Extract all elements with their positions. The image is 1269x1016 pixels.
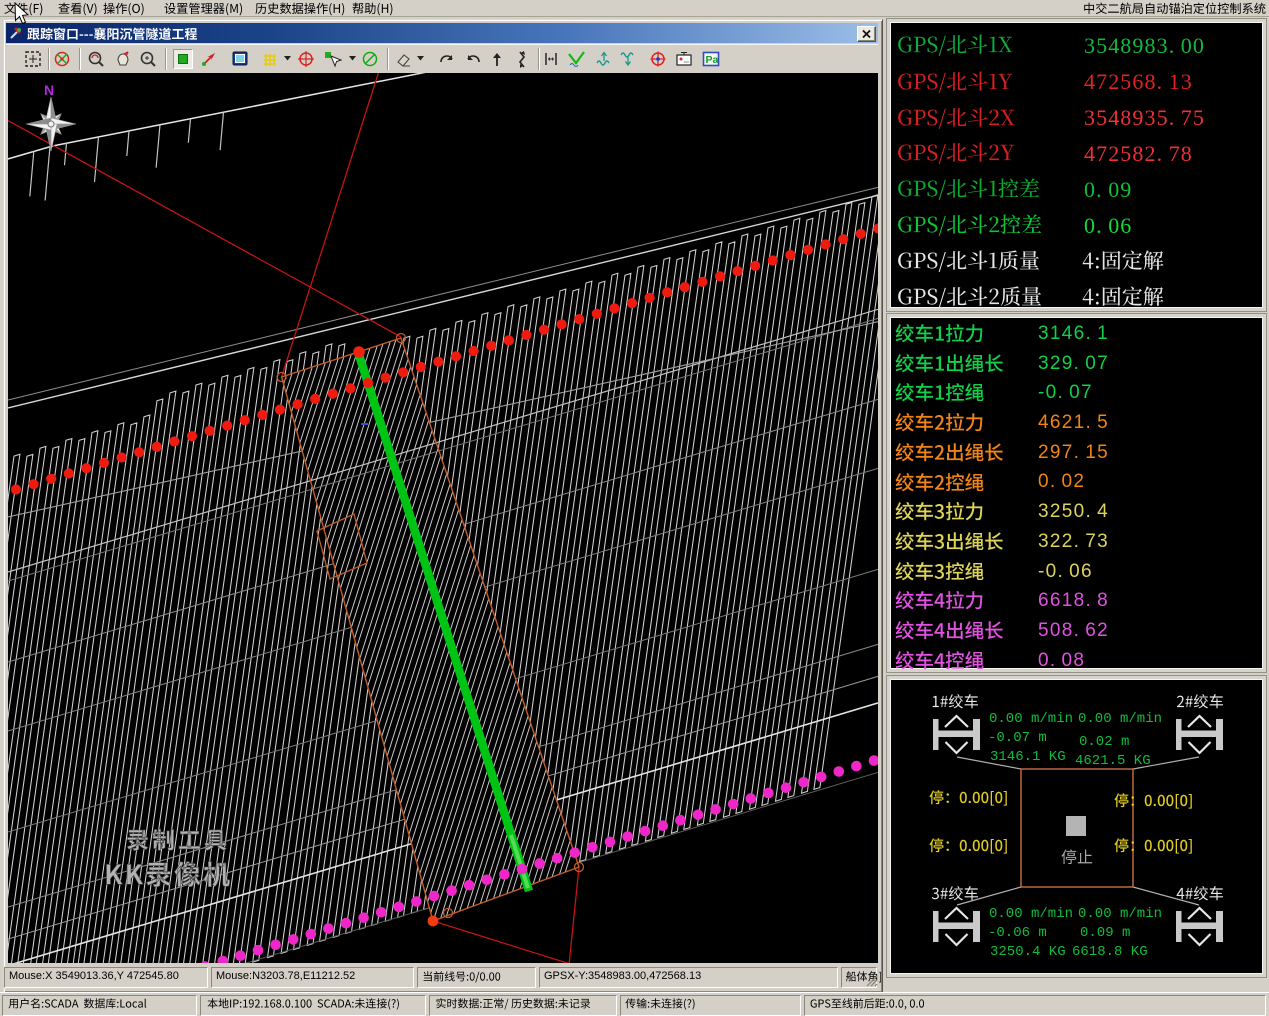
svg-text:N: N: [44, 82, 54, 98]
svg-text:Pa: Pa: [706, 54, 719, 66]
